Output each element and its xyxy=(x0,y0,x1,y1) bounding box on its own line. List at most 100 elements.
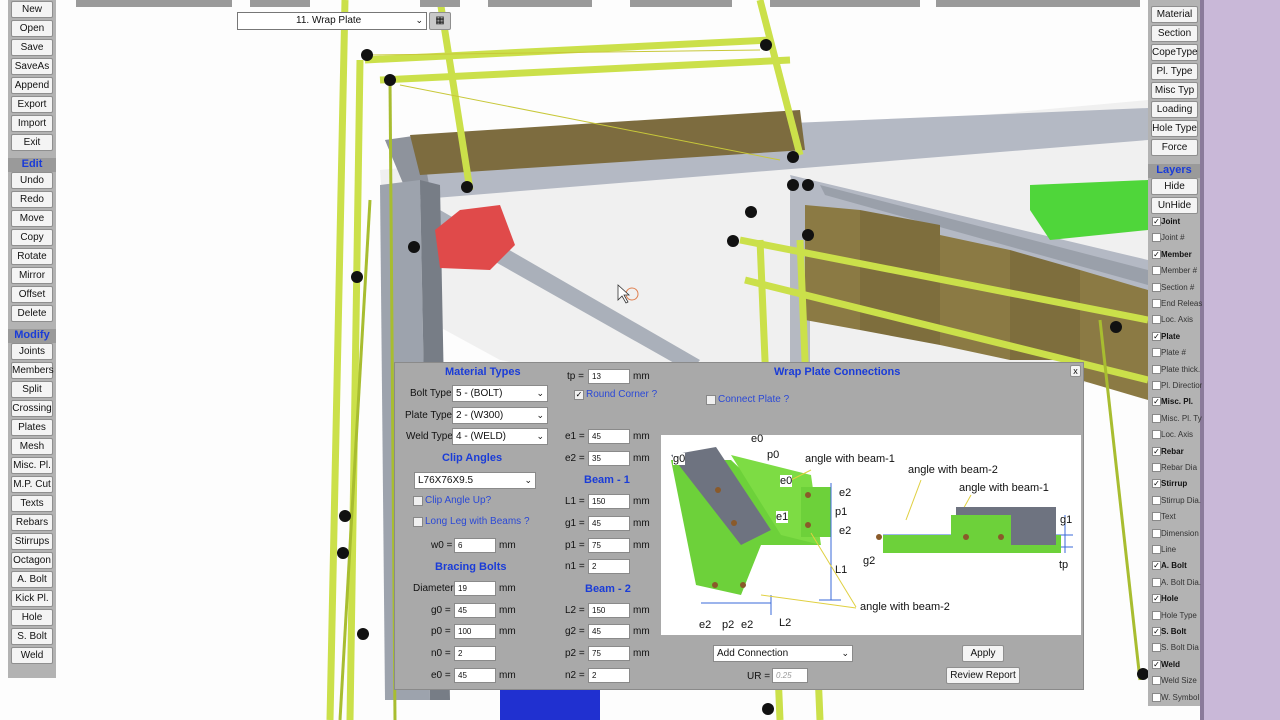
section-button[interactable]: Section xyxy=(1151,25,1198,42)
layer-hole[interactable]: ✓ Hole xyxy=(1148,591,1202,607)
layer-weld[interactable]: ✓ Weld xyxy=(1148,657,1202,673)
w0-input[interactable]: 6 xyxy=(454,538,496,553)
ur-input[interactable]: 0.25 xyxy=(772,668,808,683)
layer-checkbox[interactable]: ✓ xyxy=(1152,331,1161,341)
close-button[interactable]: x xyxy=(1070,365,1081,377)
unhide-button[interactable]: UnHide xyxy=(1151,197,1198,214)
layer-member[interactable]: ✓ Member xyxy=(1148,247,1202,263)
weld-type-select[interactable]: 4 - (WELD) ⌄ xyxy=(452,428,548,445)
modify-m-p-cut-button[interactable]: M.P. Cut xyxy=(11,476,53,493)
layer-member[interactable]: Member # xyxy=(1148,263,1202,279)
modify-s-bolt-button[interactable]: S. Bolt xyxy=(11,628,53,645)
modify-weld-button[interactable]: Weld xyxy=(11,647,53,664)
layer-checkbox[interactable] xyxy=(1152,528,1161,538)
layer-joint[interactable]: Joint # xyxy=(1148,230,1202,246)
layer-checkbox[interactable] xyxy=(1152,233,1161,243)
layer-loc-axis[interactable]: Loc. Axis xyxy=(1148,427,1202,443)
g1-input[interactable]: 45 xyxy=(588,516,630,531)
exit-button[interactable]: Exit xyxy=(11,134,53,151)
layer-weld-size[interactable]: Weld Size xyxy=(1148,673,1202,689)
layer-section[interactable]: Section # xyxy=(1148,280,1202,296)
modify-members-button[interactable]: Members xyxy=(11,362,54,379)
review-report-button[interactable]: Review Report xyxy=(946,667,1020,684)
diameter-input[interactable]: 19 xyxy=(454,581,496,596)
layer-checkbox[interactable]: ✓ xyxy=(1152,249,1161,259)
layer-dimension[interactable]: Dimension xyxy=(1148,526,1202,542)
n1-input[interactable]: 2 xyxy=(588,559,630,574)
layer-rebar-dia[interactable]: Rebar Dia xyxy=(1148,460,1202,476)
modify-texts-button[interactable]: Texts xyxy=(11,495,53,512)
layer-checkbox[interactable] xyxy=(1152,299,1161,308)
layer-checkbox[interactable] xyxy=(1152,364,1161,374)
layer-checkbox[interactable] xyxy=(1152,545,1161,554)
layer-checkbox[interactable] xyxy=(1152,282,1161,292)
loading-button[interactable]: Loading xyxy=(1151,101,1198,118)
hole-type-button[interactable]: Hole Type xyxy=(1151,120,1198,137)
layer-joint[interactable]: ✓ Joint xyxy=(1148,214,1202,230)
layer-pl-direction[interactable]: Pl. Direction xyxy=(1148,378,1202,394)
e0-input[interactable]: 45 xyxy=(454,668,496,683)
layer-end-release[interactable]: End Release xyxy=(1148,296,1202,312)
connection-settings-button[interactable]: ▦ xyxy=(429,12,451,30)
edit-copy-button[interactable]: Copy xyxy=(11,229,53,246)
n2-input[interactable]: 2 xyxy=(588,668,630,683)
p2-input[interactable]: 75 xyxy=(588,646,630,661)
layer-w-symbol[interactable]: W. Symbol xyxy=(1148,690,1202,706)
layer-checkbox[interactable]: ✓ xyxy=(1152,479,1161,489)
edit-mirror-button[interactable]: Mirror xyxy=(11,267,53,284)
g2-input[interactable]: 45 xyxy=(588,624,630,639)
edit-offset-button[interactable]: Offset xyxy=(11,286,53,303)
modify-joints-button[interactable]: Joints xyxy=(11,343,53,360)
copetype-button[interactable]: CopeType xyxy=(1151,44,1198,61)
layer-checkbox[interactable] xyxy=(1152,577,1161,587)
clip-up-checkbox[interactable] xyxy=(413,496,423,506)
modify-plates-button[interactable]: Plates xyxy=(11,419,53,436)
layer-s-bolt-dia[interactable]: S. Bolt Dia xyxy=(1148,640,1202,656)
layer-plate[interactable]: Plate # xyxy=(1148,345,1202,361)
edit-delete-button[interactable]: Delete xyxy=(11,305,53,322)
misc-typ-button[interactable]: Misc Typ xyxy=(1151,82,1198,99)
layer-checkbox[interactable]: ✓ xyxy=(1152,627,1161,636)
layer-stirrup[interactable]: ✓ Stirrup xyxy=(1148,476,1202,492)
edit-move-button[interactable]: Move xyxy=(11,210,53,227)
connection-type-select[interactable]: 11. Wrap Plate ⌄ xyxy=(237,12,427,30)
layer-text[interactable]: Text xyxy=(1148,509,1202,525)
modify-mesh-button[interactable]: Mesh xyxy=(11,438,53,455)
append-button[interactable]: Append xyxy=(11,77,53,94)
layer-stirrup-dia[interactable]: Stirrup Dia. xyxy=(1148,493,1202,509)
layer-checkbox[interactable] xyxy=(1152,266,1161,276)
layer-checkbox[interactable] xyxy=(1152,315,1161,325)
layer-checkbox[interactable] xyxy=(1152,413,1161,423)
modify-split-button[interactable]: Split xyxy=(11,381,53,398)
long-leg-checkbox[interactable] xyxy=(413,517,423,527)
connect-plate-checkbox[interactable] xyxy=(706,395,716,405)
add-connection-select[interactable]: Add Connection ⌄ xyxy=(713,645,853,662)
new-button[interactable]: New xyxy=(11,1,53,18)
layer-checkbox[interactable] xyxy=(1152,463,1161,472)
modify-octagon-button[interactable]: Octagon xyxy=(11,552,53,569)
layer-checkbox[interactable]: ✓ xyxy=(1152,594,1161,604)
material-button[interactable]: Material xyxy=(1151,6,1198,23)
clip-section-select[interactable]: L76X76X9.5 ⌄ xyxy=(414,472,536,489)
modify-hole-button[interactable]: Hole xyxy=(11,609,53,626)
apply-button[interactable]: Apply xyxy=(962,645,1004,662)
layer-checkbox[interactable]: ✓ xyxy=(1152,659,1161,669)
tp-input[interactable]: 13 xyxy=(588,369,630,384)
L1-input[interactable]: 150 xyxy=(588,494,630,509)
layer-checkbox[interactable] xyxy=(1152,348,1161,358)
import-button[interactable]: Import xyxy=(11,115,53,132)
layer-checkbox[interactable]: ✓ xyxy=(1152,446,1161,456)
edit-undo-button[interactable]: Undo xyxy=(11,172,53,189)
round-corner-checkbox[interactable]: ✓ xyxy=(574,390,584,400)
save-button[interactable]: Save xyxy=(11,39,53,56)
g0-input[interactable]: 45 xyxy=(454,603,496,618)
layer-checkbox[interactable] xyxy=(1152,692,1161,702)
export-button[interactable]: Export xyxy=(11,96,53,113)
layer-s-bolt[interactable]: ✓ S. Bolt xyxy=(1148,624,1202,640)
layer-a-bolt-dia[interactable]: A. Bolt Dia. xyxy=(1148,575,1202,591)
modify-misc-pl-button[interactable]: Misc. Pl. xyxy=(11,457,53,474)
layer-rebar[interactable]: ✓ Rebar xyxy=(1148,444,1202,460)
layer-checkbox[interactable]: ✓ xyxy=(1152,217,1161,226)
layer-plate-thick[interactable]: Plate thick. xyxy=(1148,362,1202,378)
layer-checkbox[interactable] xyxy=(1152,676,1161,686)
